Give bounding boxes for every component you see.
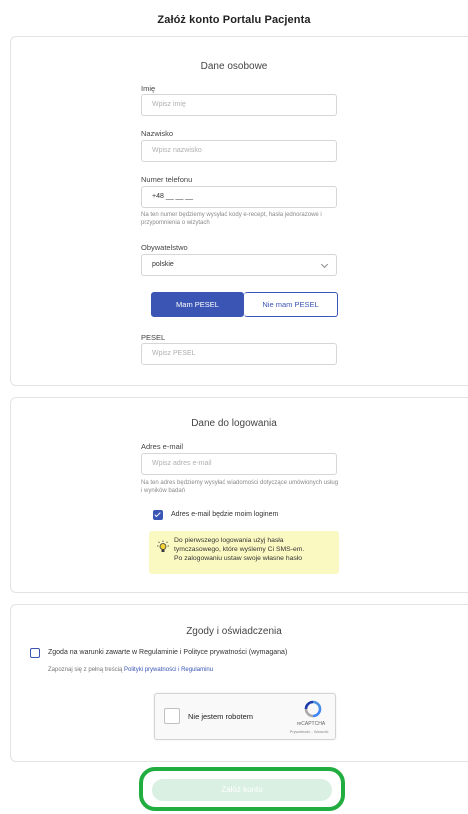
phone-label: Numer telefonu	[141, 175, 193, 184]
consent-title: Zgody i oświadczenia	[186, 626, 282, 637]
recaptcha-logo-icon	[304, 700, 322, 718]
submit-highlight: Załóż konto	[139, 767, 345, 811]
phone-input[interactable]: +48 __ __ __	[141, 186, 337, 208]
terms-subtext-prefix: Zapoznaj się z pełną treścią	[48, 667, 123, 673]
last-name-label: Nazwisko	[141, 129, 174, 138]
citizenship-value: polskie	[152, 261, 174, 268]
recaptcha-checkbox[interactable]	[164, 708, 180, 724]
no-pesel-tab[interactable]: Nie mam PESEL	[244, 292, 338, 317]
privacy-policy-link[interactable]: Polityki prywatności i Regulaminu	[124, 667, 213, 673]
terms-subtext: Zapoznaj się z pełną treścią Polityki pr…	[48, 667, 213, 673]
first-name-label: Imię	[141, 84, 156, 93]
terms-checkbox[interactable]	[30, 648, 40, 658]
page-title: Załóż konto Portalu Pacjenta	[157, 14, 311, 26]
email-login-checkbox[interactable]	[153, 510, 163, 520]
has-pesel-tab[interactable]: Mam PESEL	[151, 292, 244, 317]
note-line-1: Do pierwszego logowania użyj hasła	[174, 537, 284, 544]
citizenship-select[interactable]: polskie	[141, 254, 337, 276]
email-label: Adres e-mail	[141, 442, 184, 451]
check-icon	[154, 510, 161, 518]
note-line-3: Po zalogowaniu ustaw swoje własne hasło	[174, 555, 303, 562]
pesel-label: PESEL	[141, 333, 166, 342]
pesel-input[interactable]: Wpisz PESEL	[141, 343, 337, 365]
email-login-checkbox-label: Adres e-mail będzie moim loginem	[171, 511, 279, 518]
note-line-2: tymczasowego, które wyślemy Ci SMS-em.	[174, 546, 305, 553]
citizenship-label: Obywatelstwo	[141, 243, 188, 252]
phone-hint: Na ten numer będziemy wysyłać kody e-rec…	[141, 212, 322, 226]
chevron-down-icon	[320, 260, 329, 269]
login-data-title: Dane do logowania	[191, 418, 277, 429]
email-input[interactable]: Wpisz adres e-mail	[141, 453, 337, 475]
create-account-button[interactable]: Załóż konto	[152, 779, 332, 801]
personal-data-title: Dane osobowe	[200, 61, 268, 72]
recaptcha-links[interactable]: Prywatność - Warunki	[283, 729, 335, 734]
recaptcha-label: Nie jestem robotem	[188, 712, 254, 721]
temporary-password-note: Do pierwszego logowania użyj hasła tymcz…	[149, 531, 339, 574]
recaptcha-widget: Nie jestem robotem reCAPTCHA Prywatność …	[154, 693, 336, 740]
email-hint: Na ten adres będziemy wysyłać wiadomości…	[141, 480, 339, 494]
last-name-input[interactable]: Wpisz nazwisko	[141, 140, 337, 162]
terms-checkbox-label: Zgoda na warunki zawarte w Regulaminie i…	[48, 649, 288, 656]
lightbulb-icon	[157, 540, 169, 552]
first-name-input[interactable]: Wpisz imię	[141, 94, 337, 116]
recaptcha-brand: reCAPTCHA	[296, 721, 326, 727]
